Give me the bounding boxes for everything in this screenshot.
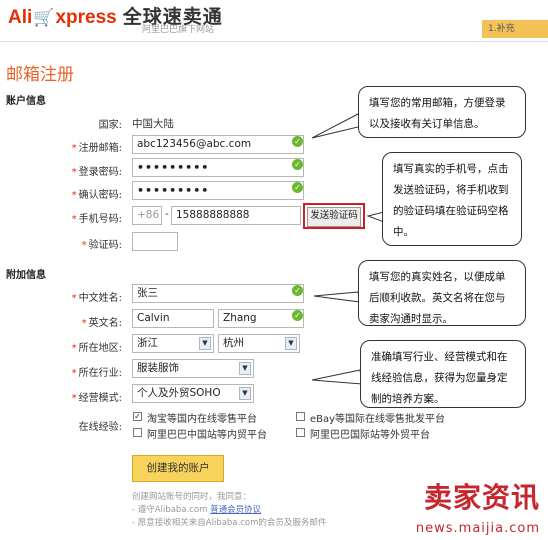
- name-tip-bubble: 填写您的真实姓名，以便成单后顺利收款。英文名将在您与卖家沟通时显示。: [358, 260, 526, 326]
- business-callout-pointer: [311, 369, 363, 385]
- phone-tip-bubble: 填写真实的手机号，点击发送验证码，将手机收到的验证码填在验证码空格中。: [382, 152, 522, 246]
- watermark-url: news.maijia.com: [415, 521, 540, 536]
- email-callout-pointer: [311, 113, 363, 139]
- business-tip-bubble: 准确填写行业、经营模式和在线经验信息，获得为您量身定制的培养方案。: [360, 340, 526, 408]
- email-tip-bubble: 填写您的常用邮箱，方便登录以及接收有关订单信息。: [358, 86, 526, 138]
- name-callout-pointer: [313, 291, 361, 303]
- watermark-title: 卖家资讯: [423, 481, 540, 514]
